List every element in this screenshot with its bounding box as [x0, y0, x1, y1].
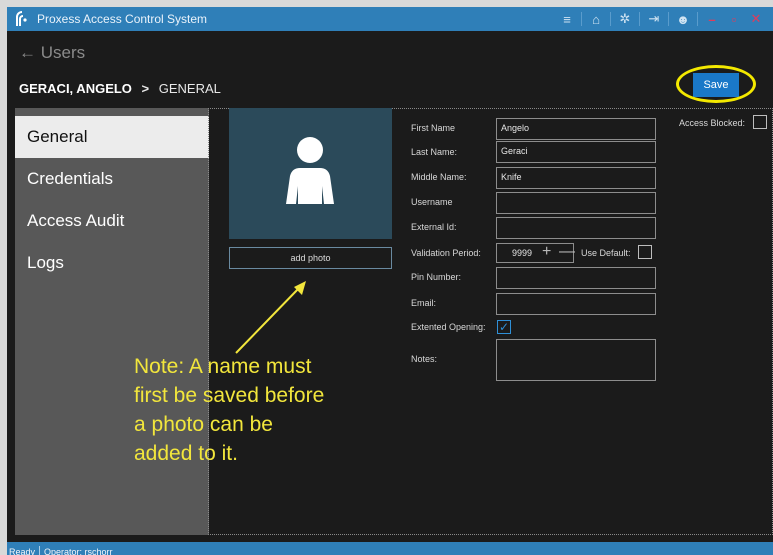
access-blocked-label: Access Blocked:: [679, 118, 746, 128]
divider: [668, 12, 669, 26]
add-photo-button[interactable]: add photo: [229, 247, 392, 269]
decrement-icon[interactable]: —: [559, 243, 575, 261]
external-id-label: External Id:: [411, 222, 457, 232]
validation-period-label: Validation Period:: [411, 248, 481, 258]
sidebar-item-label: Logs: [27, 253, 64, 272]
maximize-icon[interactable]: ▫: [725, 10, 743, 28]
sidebar-item-credentials[interactable]: Credentials: [15, 158, 209, 200]
sidebar-item-label: General: [27, 127, 88, 146]
status-state: Ready: [9, 547, 36, 555]
access-blocked-checkbox[interactable]: [753, 115, 767, 129]
first-name-label: First Name: [411, 123, 456, 133]
first-name-field[interactable]: Angelo: [496, 118, 656, 140]
annotation-line: first be saved before: [134, 384, 325, 407]
username-field[interactable]: [496, 192, 656, 214]
notes-label: Notes:: [411, 354, 438, 364]
middle-name-field[interactable]: Knife: [496, 167, 656, 189]
home-icon[interactable]: ⌂: [587, 10, 605, 28]
sidebar-item-label: Credentials: [27, 169, 113, 188]
extended-opening-label: Extented Opening:: [411, 322, 486, 332]
back-label: Users: [40, 43, 86, 62]
title-bar: Proxess Access Control System ≡ ⌂ ✲ ⇥ ☻ …: [7, 7, 773, 31]
username-label: Username: [411, 197, 453, 207]
save-highlight-ring: [676, 65, 756, 103]
increment-icon[interactable]: +: [542, 243, 551, 261]
logout-icon[interactable]: ⇥: [645, 10, 663, 28]
annotation-line: Note: A name must: [134, 355, 312, 378]
sidebar-item-access-audit[interactable]: Access Audit: [15, 200, 209, 242]
annotation-note: Note: A name must first be saved before …: [134, 352, 384, 468]
sidebar-item-logs[interactable]: Logs: [15, 242, 209, 284]
person-avatar-icon: [286, 137, 334, 204]
gear-icon[interactable]: ✲: [616, 10, 634, 28]
app-window: Proxess Access Control System ≡ ⌂ ✲ ⇥ ☻ …: [7, 7, 773, 555]
middle-name-label: Middle Name:: [411, 172, 467, 182]
pin-number-label: Pin Number:: [411, 272, 462, 282]
user-icon[interactable]: ☻: [674, 10, 692, 28]
sidebar-item-label: Access Audit: [27, 211, 125, 230]
user-photo-placeholder: [229, 108, 392, 239]
sidebar: General Credentials Access Audit Logs: [15, 108, 209, 535]
email-label: Email:: [411, 298, 437, 308]
notes-field[interactable]: [496, 339, 656, 381]
sidebar-item-general[interactable]: General: [15, 116, 209, 158]
close-icon[interactable]: ✕: [747, 10, 765, 28]
divider: [610, 12, 611, 26]
use-default-label: Use Default:: [581, 248, 631, 258]
divider: [39, 546, 41, 555]
breadcrumb-separator: >: [141, 81, 150, 96]
back-arrow-icon: ←: [19, 43, 36, 62]
use-default-checkbox[interactable]: [638, 245, 652, 259]
back-link[interactable]: ← Users: [19, 43, 85, 63]
divider: [639, 12, 640, 26]
pin-number-field[interactable]: [496, 267, 656, 289]
breadcrumb: GERACI, ANGELO > GENERAL: [19, 81, 221, 96]
extended-opening-checkbox[interactable]: ✓: [497, 320, 511, 334]
validation-period-value: 9999: [512, 248, 533, 258]
minimize-icon[interactable]: –: [703, 10, 721, 28]
proxess-logo-icon: [16, 11, 27, 26]
breadcrumb-user-name: GERACI, ANGELO: [19, 81, 132, 96]
divider: [581, 12, 582, 26]
status-bar: Ready Operator: rschorr: [7, 542, 773, 555]
breadcrumb-section: GENERAL: [158, 81, 221, 96]
divider: [697, 12, 698, 26]
annotation-arrow-icon: [235, 281, 306, 354]
last-name-label: Last Name:: [411, 147, 458, 157]
email-field[interactable]: [496, 293, 656, 315]
app-title: Proxess Access Control System: [37, 12, 208, 26]
menu-icon[interactable]: ≡: [558, 10, 576, 28]
annotation-line: a photo can be: [134, 413, 273, 436]
annotation-line: added to it.: [134, 442, 238, 465]
last-name-field[interactable]: Geraci: [496, 141, 656, 163]
external-id-field[interactable]: [496, 217, 656, 239]
title-bar-icons: ≡ ⌂ ✲ ⇥ ☻ – ▫ ✕: [556, 10, 767, 28]
status-operator: Operator: rschorr: [44, 547, 113, 555]
